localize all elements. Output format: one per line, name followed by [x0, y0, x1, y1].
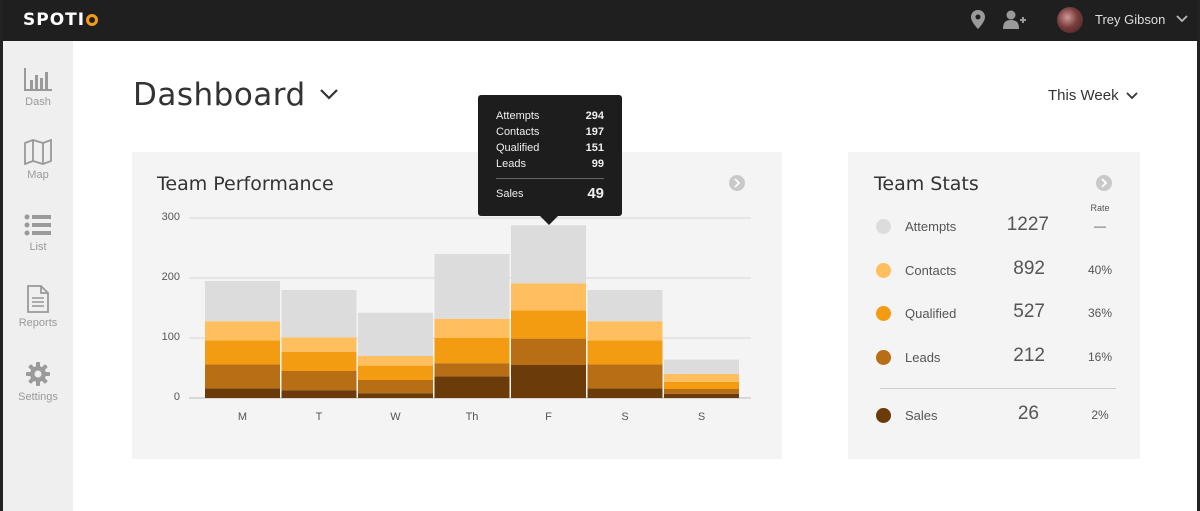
stat-value-qualified: 527: [1013, 301, 1045, 322]
stat-dot-qualified: [876, 306, 891, 321]
tooltip-row-leads: Leads 99: [496, 158, 604, 170]
bar-segment-sales[interactable]: [511, 365, 586, 398]
bar-segment-contacts[interactable]: [664, 374, 739, 382]
bar-segment-sales[interactable]: [205, 388, 280, 398]
bar-segment-attempts[interactable]: [664, 359, 739, 374]
bar-segment-leads[interactable]: [358, 380, 433, 394]
tooltip-row-contacts: Contacts 197: [496, 126, 604, 138]
stat-value-contacts: 892: [1013, 258, 1045, 279]
bar-segment-leads[interactable]: [664, 389, 739, 394]
stat-value-sales: 26: [1017, 403, 1039, 424]
bar-segment-contacts[interactable]: [587, 321, 663, 341]
bar-segment-leads[interactable]: [511, 338, 586, 365]
tooltip-pointer: [540, 216, 558, 225]
chevron-right-icon: [1101, 178, 1108, 188]
bar-segment-qualified[interactable]: [434, 338, 510, 364]
bar-segment-sales[interactable]: [664, 393, 739, 398]
bar-segment-qualified[interactable]: [587, 340, 663, 365]
stats-divider: [880, 388, 1116, 389]
bar-segment-qualified[interactable]: [281, 351, 357, 371]
bar-segment-sales[interactable]: [281, 390, 357, 398]
stat-value-leads: 212: [1013, 345, 1045, 366]
bar-segment-leads[interactable]: [205, 364, 280, 389]
rate-column-header: Rate: [1090, 203, 1110, 213]
tooltip-row-attempts: Attempts 294: [496, 110, 604, 122]
x-tick-label: W: [390, 411, 401, 423]
bar-segment-attempts[interactable]: [511, 225, 586, 284]
y-tick-label: 200: [161, 271, 180, 283]
bar-segment-leads[interactable]: [281, 371, 357, 391]
y-tick-label: 0: [173, 391, 180, 403]
bar-segment-contacts[interactable]: [358, 356, 433, 366]
bar-segment-sales[interactable]: [587, 388, 663, 398]
tooltip-divider: [496, 178, 604, 179]
stat-label-sales: Sales: [905, 408, 938, 423]
tooltip-row-qualified: Qualified 151: [496, 142, 604, 154]
stat-label-contacts: Contacts: [905, 263, 957, 278]
x-tick-label: S: [697, 411, 706, 423]
bar-segment-attempts[interactable]: [434, 254, 510, 319]
bar-segment-leads[interactable]: [434, 363, 510, 377]
stat-rate-contacts: 40%: [1087, 263, 1113, 277]
stat-value-attempts: 1227: [1006, 214, 1049, 235]
bar-segment-contacts[interactable]: [434, 318, 510, 338]
bar-segment-qualified[interactable]: [358, 365, 433, 380]
stat-dot-sales: [876, 408, 891, 423]
x-tick-label: F: [545, 411, 552, 423]
bar-segment-contacts[interactable]: [511, 283, 586, 311]
bar-segment-attempts[interactable]: [205, 281, 280, 322]
bar-segment-attempts[interactable]: [358, 312, 433, 356]
x-tick-label: T: [315, 411, 323, 423]
bar-segment-leads[interactable]: [587, 364, 663, 389]
bar-segment-sales[interactable]: [358, 393, 433, 398]
stat-label-leads: Leads: [905, 350, 941, 365]
stat-rate-qualified: 36%: [1087, 306, 1113, 320]
chart-tooltip: Attempts 294 Contacts 197 Qualified 151 …: [478, 95, 622, 225]
stat-dot-contacts: [876, 263, 891, 278]
bar-segment-sales[interactable]: [434, 376, 510, 398]
bar-segment-qualified[interactable]: [205, 340, 280, 365]
stat-rate-attempts: —: [1094, 219, 1106, 233]
bar-segment-attempts[interactable]: [587, 290, 663, 322]
x-tick-label: S: [621, 411, 629, 423]
y-tick-label: 300: [161, 211, 180, 223]
stat-rate-leads: 16%: [1087, 350, 1113, 364]
team-stats-title: Team Stats: [874, 173, 979, 195]
stat-rate-sales: 2%: [1091, 408, 1109, 422]
stat-label-qualified: Qualified: [905, 306, 957, 321]
bar-segment-contacts[interactable]: [205, 321, 280, 341]
bar-segment-qualified[interactable]: [511, 310, 586, 339]
stat-label-attempts: Attempts: [905, 219, 957, 234]
bar-segment-qualified[interactable]: [664, 381, 739, 389]
x-tick-label: M: [237, 411, 248, 423]
app-frame: SPOTI Trey Gibson Dash Map List Reports …: [0, 0, 1200, 511]
stat-dot-leads: [876, 350, 891, 365]
tooltip-row-sales: Sales 49: [496, 185, 604, 202]
stat-dot-attempts: [876, 219, 891, 234]
y-tick-label: 100: [161, 331, 180, 343]
x-tick-label: Th: [465, 411, 479, 423]
bar-segment-attempts[interactable]: [281, 290, 357, 338]
team-stats-expand-button[interactable]: [1096, 175, 1112, 191]
bar-segment-contacts[interactable]: [281, 337, 357, 352]
